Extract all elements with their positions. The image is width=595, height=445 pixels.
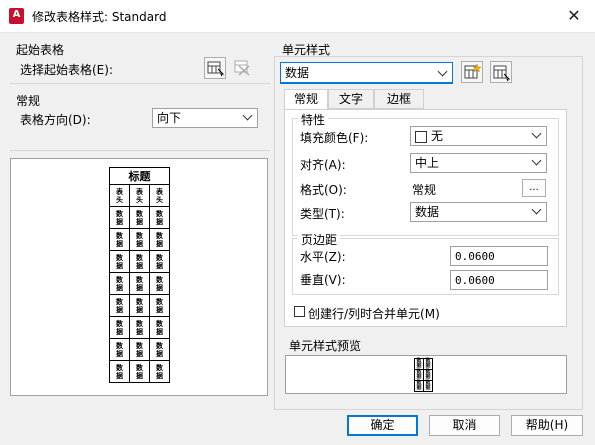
table-select-icon (207, 61, 225, 77)
preview-header-cell: 表头 (129, 184, 150, 207)
merge-cells-label: 创建行/列时合并单元(M) (308, 307, 440, 321)
autocad-app-icon: A (9, 8, 24, 24)
preview-data-cell: 数据 (109, 316, 130, 339)
general-section-label: 常规 (16, 94, 41, 108)
cell-preview-cell: 数据 (423, 358, 433, 370)
chevron-down-icon (531, 204, 542, 215)
preview-data-cell: 数据 (109, 360, 130, 383)
fill-color-swatch (415, 130, 427, 143)
cell-preview-cell: 数据 (414, 369, 424, 381)
window-title: 修改表格样式: Standard (32, 10, 167, 24)
preview-data-cell: 数据 (149, 272, 170, 295)
help-button[interactable]: 帮助(H) (511, 415, 583, 436)
preview-data-cell: 数据 (109, 250, 130, 273)
preview-data-cell: 数据 (109, 272, 130, 295)
preview-data-cell: 数据 (149, 250, 170, 273)
cell-preview-cell: 数据 (414, 358, 424, 370)
preview-data-cell: 数据 (109, 294, 130, 317)
preview-data-cell: 数据 (149, 316, 170, 339)
type-dropdown[interactable]: 数据 (410, 202, 547, 222)
tab-text[interactable]: 文字 (328, 89, 374, 109)
preview-data-cell: 数据 (149, 360, 170, 383)
tab-general[interactable]: 常规 (284, 89, 328, 110)
preview-data-cell: 数据 (149, 206, 170, 229)
format-browse-button[interactable]: ... (522, 179, 546, 197)
fill-color-label: 填充颜色(F): (300, 131, 369, 145)
preview-data-cell: 数据 (129, 228, 150, 251)
preview-header-cell: 表头 (149, 184, 170, 207)
start-table-label: 选择起始表格(E): (20, 63, 113, 77)
preview-data-cell: 数据 (129, 338, 150, 361)
vertical-margin-input[interactable] (450, 270, 548, 290)
table-remove-button[interactable] (232, 57, 254, 79)
table-select-button[interactable] (204, 57, 226, 79)
table-remove-icon (234, 60, 250, 76)
preview-header-cell: 表头 (109, 184, 130, 207)
preview-data-cell: 数据 (129, 316, 150, 339)
preview-data-cell: 数据 (129, 206, 150, 229)
preview-data-cell: 数据 (149, 294, 170, 317)
cell-preview-cell: 数据 (423, 369, 433, 381)
alignment-value: 中上 (415, 156, 440, 170)
table-direction-label: 表格方向(D): (20, 113, 91, 127)
table-direction-value: 向下 (157, 111, 182, 125)
preview-data-cell: 数据 (129, 250, 150, 273)
title-bar: A 修改表格样式: Standard ✕ (0, 0, 595, 33)
preview-title-cell: 标题 (109, 167, 170, 185)
alignment-label: 对齐(A): (300, 158, 346, 172)
table-direction-dropdown[interactable]: 向下 (152, 108, 258, 128)
chevron-down-icon (531, 155, 542, 166)
preview-data-cell: 数据 (149, 338, 170, 361)
close-icon[interactable]: ✕ (563, 5, 585, 27)
type-value: 数据 (415, 205, 440, 219)
vertical-margin-label: 垂直(V): (300, 273, 346, 287)
chevron-down-icon (531, 128, 542, 139)
preview-table: 标题 表头 表头 表头 数据 数据 数据 数据 数据 数据 数据 数据 数据 数据 数据 数据 数据 数据 数据数… (109, 167, 170, 383)
type-label: 类型(T): (300, 207, 345, 221)
preview-data-cell: 数据 (109, 206, 130, 229)
alignment-dropdown[interactable]: 中上 (410, 153, 547, 173)
preview-data-cell: 数据 (149, 228, 170, 251)
fill-color-dropdown[interactable]: 无 (410, 126, 547, 146)
ok-button[interactable]: 确定 (347, 415, 418, 436)
preview-data-cell: 数据 (129, 294, 150, 317)
general-group (10, 128, 270, 151)
cell-style-preview: 数据 数据 数据 数据 数据 数据 (285, 355, 567, 394)
properties-section-label: 特性 (298, 111, 329, 128)
cell-preview-cell: 数据 (423, 380, 433, 392)
cell-style-preview-label: 单元样式预览 (289, 339, 362, 353)
horizontal-margin-label: 水平(Z): (300, 250, 346, 264)
cancel-button[interactable]: 取消 (429, 415, 500, 436)
chevron-down-icon (242, 110, 253, 121)
format-label: 格式(O): (300, 183, 347, 197)
cell-preview-cell: 数据 (414, 380, 424, 392)
table-style-preview: 标题 表头 表头 表头 数据 数据 数据 数据 数据 数据 数据 数据 数据 数据 数据 数据 数据 数据 数据数… (10, 158, 268, 396)
merge-cells-checkbox[interactable] (294, 306, 305, 317)
preview-data-cell: 数据 (109, 338, 130, 361)
margins-section-label: 页边距 (298, 231, 341, 248)
format-value: 常规 (412, 183, 437, 197)
fill-color-value: 无 (431, 129, 444, 143)
cell-style-preview-table: 数据 数据 数据 数据 数据 数据 (414, 358, 433, 392)
horizontal-margin-input[interactable] (450, 246, 548, 266)
tab-borders[interactable]: 边框 (374, 89, 424, 109)
preview-data-cell: 数据 (129, 360, 150, 383)
preview-data-cell: 数据 (109, 228, 130, 251)
preview-data-cell: 数据 (129, 272, 150, 295)
